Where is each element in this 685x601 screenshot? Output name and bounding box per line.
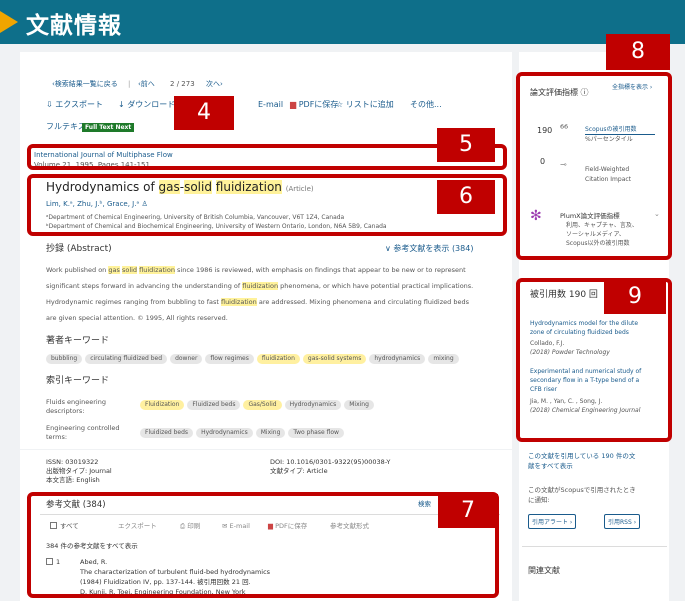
index-label-1b: descriptors:	[46, 407, 85, 415]
abstract-hl: fluidization	[242, 282, 279, 290]
nav-separator: |	[128, 80, 131, 88]
view-all-citing-1[interactable]: この文献を引用している 190 件の文	[528, 452, 635, 460]
abstract-hl: fluidization	[220, 298, 257, 306]
author-keywords-heading: 著者キーワード	[46, 336, 110, 346]
save-pdf-button[interactable]: ▆ PDFに保存	[290, 100, 338, 110]
abstract-text: significant steps forward in advancing t…	[46, 282, 243, 290]
keyword-tag: hydrodynamics	[369, 354, 426, 364]
abstract-heading: 抄録 (Abstract)	[46, 244, 112, 254]
abstract-text: since 1986 is reviewed, with emphasis on…	[174, 266, 466, 274]
abstract-line-4: are given special attention. © 1995, All…	[46, 314, 228, 322]
annotation-box-5	[27, 144, 507, 170]
keyword-tag: gas-solid systems	[302, 354, 367, 364]
keyword-tag: Gas/Solid	[243, 400, 282, 410]
issn: ISSN: 03019322	[46, 458, 99, 466]
annotation-box-7	[27, 492, 499, 598]
abstract-hl: fluidization	[139, 266, 175, 274]
abstract-text: phenomena, or which have potential pract…	[278, 282, 474, 290]
annotation-label-8: 8	[606, 34, 670, 70]
nav-current: 2	[170, 80, 175, 88]
abstract-hl: gas	[108, 266, 120, 274]
keyword-tag: mixing	[428, 354, 459, 364]
show-references-link[interactable]: ∨ 参考文献を表示 (384)	[385, 244, 473, 254]
annotation-label-4: 4	[174, 96, 234, 130]
annotation-box-6	[27, 174, 507, 236]
annotation-label-6: 6	[437, 180, 495, 214]
keyword-tag: Fluidized beds	[140, 428, 194, 438]
keyword-tag: Fluidized beds	[187, 400, 241, 410]
pdf-icon: ▆	[290, 100, 297, 109]
download-button[interactable]: ↓ ダウンロード	[118, 100, 175, 110]
view-all-citing-2[interactable]: 献をすべて表示	[528, 462, 573, 470]
annotation-label-7: 7	[438, 494, 498, 528]
citation-alert-button[interactable]: 引用アラート ›	[528, 514, 577, 529]
add-list-label: リストに追加	[345, 100, 394, 109]
more-button[interactable]: その他...	[410, 100, 442, 110]
keyword-tag: downer	[170, 354, 203, 364]
annotation-label-9: 9	[604, 280, 666, 314]
export-label: エクスポート	[55, 100, 104, 109]
nav-total: 273	[181, 80, 195, 88]
prev-link[interactable]: ‹前へ	[138, 80, 155, 89]
download-icon: ↓	[118, 100, 125, 109]
index-label-2a: Engineering controlled	[46, 424, 120, 432]
add-list-button[interactable]: ☆ リストに追加	[336, 100, 394, 110]
related-heading: 関連文献	[528, 566, 560, 575]
keyword-tag: circulating fluidized bed	[85, 354, 168, 364]
index-row-1-tags: Fluidization Fluidized beds Gas/Solid Hydro…	[140, 400, 377, 410]
keyword-tag: Hydrodynamics	[196, 428, 253, 438]
abstract-text: are addressed. Mixing phenomena and circ…	[256, 298, 469, 306]
next-link[interactable]: 次へ›	[206, 80, 223, 89]
export-button[interactable]: ⇩ エクスポート	[46, 100, 103, 110]
keyword-tag: flow regimes	[205, 354, 254, 364]
abstract-line-1: Work published on gas solid fluidization…	[46, 266, 466, 274]
annotation-box-8	[516, 72, 672, 260]
page-title: 文献情報	[26, 13, 122, 39]
star-icon: ☆	[336, 100, 344, 109]
keyword-tag: bubbling	[46, 354, 83, 364]
citation-rss-button[interactable]: 引用RSS ›	[604, 514, 641, 529]
author-keywords-list: bubbling circulating fluidized bed downer f…	[46, 354, 462, 364]
source-type: 出版物タイプ: Journal	[46, 467, 112, 475]
export-icon: ⇩	[46, 100, 53, 109]
nav-position: 2 / 273	[170, 80, 195, 88]
save-pdf-label: PDFに保存	[298, 100, 339, 109]
keyword-tag: Two phase flow	[288, 428, 344, 438]
index-row-2-tags: Fluidized beds Hydrodynamics Mixing Two pha…	[140, 428, 347, 438]
annotation-label-5: 5	[437, 128, 495, 162]
abstract-hl: solid	[121, 266, 138, 274]
divider	[522, 546, 667, 547]
full-text-next-button[interactable]: Full Text Next	[82, 123, 135, 132]
notify-text-1: この文献がScopusで引用されたとき	[528, 486, 636, 494]
index-label-1a: Fluids engineering	[46, 398, 106, 406]
keyword-tag: Hydrodynamics	[284, 400, 342, 410]
download-label: ダウンロード	[127, 100, 176, 109]
arrow-marker-icon	[0, 11, 18, 33]
keyword-tag: Mixing	[344, 400, 374, 410]
email-button[interactable]: E-mail	[258, 100, 283, 110]
abstract-text: Work published on	[46, 266, 109, 274]
abstract-line-2: significant steps forward in advancing t…	[46, 282, 473, 290]
keyword-tag: Mixing	[255, 428, 286, 438]
keyword-tag: Fluidization	[140, 400, 185, 410]
page: 文献情報 ‹検索結果一覧に戻る | ‹前へ 2 / 273 次へ› ⇩ エクスポ…	[0, 0, 685, 601]
index-keywords-heading: 索引キーワード	[46, 376, 110, 386]
back-to-results-link[interactable]: ‹検索結果一覧に戻る	[52, 80, 118, 89]
keyword-tag: fluidization	[256, 354, 300, 364]
notify-text-2: に通知:	[528, 496, 550, 504]
doc-type: 文献タイプ: Article	[270, 467, 328, 475]
abstract-line-3: Hydrodynamic regimes ranging from bubbli…	[46, 298, 469, 306]
abstract-text: Hydrodynamic regimes ranging from bubbli…	[46, 298, 221, 306]
header-bar: 文献情報	[0, 0, 685, 44]
language: 本文言語: English	[46, 476, 100, 484]
doi: DOI: 10.1016/0301-9322(95)00038-Y	[270, 458, 391, 466]
index-label-2b: terms:	[46, 433, 68, 441]
